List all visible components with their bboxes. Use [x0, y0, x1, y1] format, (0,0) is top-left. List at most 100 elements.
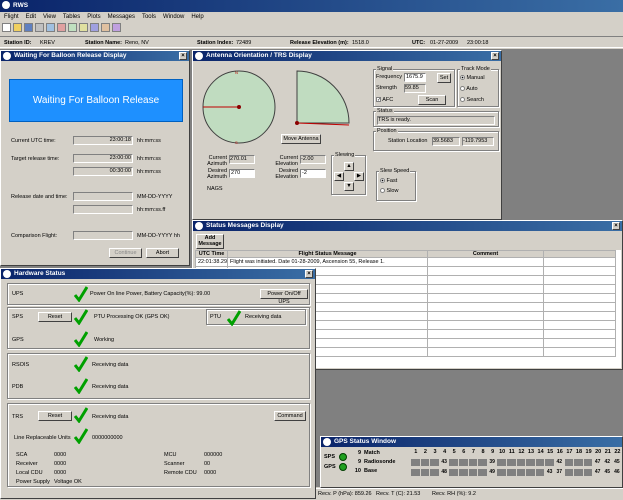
gps-channel-header: 13 [527, 449, 535, 455]
gps-channel-cell [545, 459, 554, 466]
move-antenna-button[interactable]: Move Antenna [281, 134, 321, 144]
row-extra [543, 302, 616, 312]
col-utc-time[interactable]: UTC Time [195, 250, 228, 258]
gps-sps-label: SPS [324, 454, 336, 460]
new-icon[interactable] [2, 23, 11, 32]
menu-item-view[interactable]: View [43, 12, 56, 22]
hardware-window: Hardware Status × UPS Power On line Powe… [0, 268, 316, 499]
row-extra [543, 266, 616, 276]
menu-item-tables[interactable]: Tables [63, 12, 80, 22]
auto-radio[interactable]: Auto [460, 86, 478, 92]
sps-globe-icon [339, 453, 347, 461]
desired-azimuth-input[interactable]: 270 [229, 169, 255, 178]
add-message-button[interactable]: Add Message [196, 234, 224, 249]
search-radio[interactable]: Search [460, 97, 484, 103]
gps-channel-cell [535, 469, 545, 476]
app-title: RWS [13, 2, 29, 9]
row-comment[interactable] [427, 266, 544, 276]
sps-reset-button[interactable]: Reset [38, 312, 72, 322]
menu-item-tools[interactable]: Tools [142, 12, 156, 22]
release-elev-label: Release Elevation (m): [290, 40, 349, 46]
close-icon[interactable]: × [305, 270, 313, 278]
balloon-icon[interactable] [46, 23, 55, 32]
row-comment[interactable] [427, 338, 544, 348]
trs-reset-button[interactable]: Reset [38, 411, 72, 421]
message-icon[interactable] [79, 23, 88, 32]
open-icon[interactable] [13, 23, 22, 32]
row-comment[interactable] [427, 293, 544, 303]
row-comment[interactable] [427, 320, 544, 330]
close-icon[interactable]: × [491, 52, 499, 60]
fast-radio[interactable]: Fast [380, 178, 397, 184]
afc-checkbox[interactable]: ✓ AFC [376, 97, 393, 103]
trs-status-group: Status TRS is ready. [373, 108, 499, 127]
row-comment[interactable] [427, 275, 544, 285]
slew-right-button[interactable]: ▶ [354, 172, 364, 181]
help-icon[interactable] [112, 23, 121, 32]
gps-channel-header: 20 [595, 449, 602, 455]
frequency-input[interactable]: 1675.9 [404, 73, 426, 82]
pdb-label: PDB [12, 384, 24, 390]
trs-status-field: TRS is ready. [377, 116, 495, 125]
continue-button[interactable]: Continue [109, 248, 142, 258]
comparison-field[interactable] [73, 231, 133, 240]
gps-channel-cell: 37 [556, 469, 563, 475]
gps-channel-cell [516, 469, 526, 476]
scan-button[interactable]: Scan [418, 95, 446, 105]
gps-status-text: Working [94, 337, 115, 343]
row-utc: 22:01:38.29 [195, 257, 228, 267]
window-icon[interactable] [90, 23, 99, 32]
slow-radio[interactable]: Slow [380, 188, 398, 194]
chart-icon[interactable] [57, 23, 66, 32]
menu-item-window[interactable]: Window [163, 12, 184, 22]
menu-item-edit[interactable]: Edit [26, 12, 36, 22]
row-comment[interactable] [427, 347, 544, 357]
set-button[interactable]: Set [437, 73, 451, 83]
position-group: Position Station Location 39.5683 -119.7… [373, 128, 499, 151]
close-icon[interactable]: × [179, 52, 187, 60]
close-icon[interactable]: × [612, 222, 620, 230]
ptu-check-icon [227, 310, 241, 326]
ups-power-button[interactable]: Power On/Off UPS [260, 289, 308, 305]
col-comment[interactable]: Comment [427, 250, 544, 258]
slew-left-button[interactable]: ◀ [334, 172, 344, 181]
command-button[interactable]: Command [274, 411, 306, 421]
save-icon[interactable] [24, 23, 33, 32]
print-icon[interactable] [35, 23, 44, 32]
manual-radio[interactable]: Manual [460, 75, 485, 81]
menu-item-plots[interactable]: Plots [87, 12, 100, 22]
row-comment[interactable] [427, 329, 544, 339]
table-icon[interactable] [68, 23, 77, 32]
gps-channel-cell: 45 [614, 459, 620, 465]
ups-label: UPS [12, 291, 24, 297]
current-utc-label: Current UTC time: [11, 138, 56, 144]
menu-item-flight[interactable]: Flight [4, 12, 19, 22]
desired-elevation-input[interactable]: -2 [300, 169, 326, 178]
row-comment[interactable] [427, 257, 544, 267]
gps-row-label: 9 Radiosonde [357, 459, 396, 465]
slew-down-button[interactable]: ▼ [344, 182, 354, 191]
gps-channel-cell [478, 469, 487, 476]
slew-speed-group: Slew Speed Fast Slow [376, 168, 416, 201]
track-mode-group: Track Mode Manual Auto Search [457, 66, 499, 107]
slew-up-button[interactable]: ▲ [344, 162, 354, 171]
pdb-check-icon [74, 378, 88, 394]
row-comment[interactable] [427, 284, 544, 294]
release-time-fmt: hh:mm:ss.ff [137, 207, 166, 213]
gps-channel-header: 6 [462, 449, 466, 455]
menu-item-help[interactable]: Help [191, 12, 203, 22]
col-flight-status[interactable]: Flight Status Message [227, 250, 428, 258]
window-icon [195, 52, 203, 60]
table-row[interactable]: 22:01:38.29 Flight was initiated. Date 01… [195, 257, 616, 267]
toolbar [2, 23, 232, 34]
row-comment[interactable] [427, 311, 544, 321]
gps-channel-cell [526, 469, 535, 476]
gps-channel-header: 12 [518, 449, 525, 455]
tools-icon[interactable] [101, 23, 110, 32]
row-comment[interactable] [427, 302, 544, 312]
gps-channel-cell [420, 459, 430, 466]
menu-item-messages[interactable]: Messages [108, 12, 135, 22]
trs-check-icon [74, 407, 88, 423]
abort-button[interactable]: Abort [146, 248, 179, 258]
row-extra [543, 347, 616, 357]
